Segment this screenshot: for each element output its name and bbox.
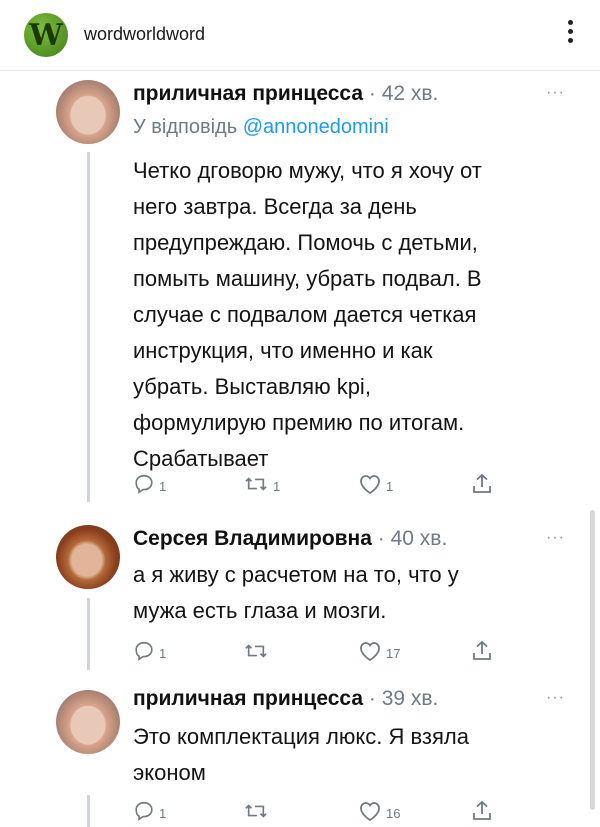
- post-header: W wordworldword: [0, 0, 600, 71]
- tweet-text: Четко дговорю мужу, что я хочу от него з…: [133, 158, 482, 471]
- tweet-time: · 39 хв.: [368, 687, 439, 710]
- author-name[interactable]: приличная принцесса · 42 хв.: [133, 82, 438, 106]
- avatar[interactable]: [56, 80, 120, 144]
- like-icon: [360, 802, 380, 822]
- tweet-text: Это комплектация люкс. Я взяла эконом: [133, 724, 470, 785]
- retweet-count: 1: [273, 479, 281, 494]
- thread-line: [87, 598, 90, 670]
- share-button[interactable]: [471, 640, 493, 662]
- tweet-time: · 42 хв.: [368, 82, 439, 105]
- avatar[interactable]: [56, 690, 120, 754]
- account-logo[interactable]: W: [24, 13, 68, 57]
- tweet-text: а я живу с расчетом на то, что у мужа ес…: [133, 562, 459, 623]
- reply-button[interactable]: 1: [133, 640, 166, 662]
- thread-line: [87, 795, 90, 827]
- like-count: 17: [386, 646, 401, 661]
- like-icon: [360, 475, 380, 495]
- tweet-actions: 1 17: [133, 640, 493, 664]
- author-name[interactable]: приличная принцесса · 39 хв.: [133, 687, 438, 711]
- thread-line: [87, 152, 90, 502]
- reply-to-label: У відповідь @annonedomini: [133, 116, 389, 138]
- more-options-icon[interactable]: ···: [546, 529, 565, 547]
- like-button[interactable]: 17: [358, 640, 400, 662]
- like-icon: [360, 642, 380, 662]
- reply-count: 1: [159, 479, 167, 494]
- account-name[interactable]: wordworldword: [84, 24, 205, 45]
- like-button[interactable]: 1: [358, 473, 393, 495]
- share-icon: [473, 800, 491, 820]
- retweet-icon: [245, 477, 267, 491]
- more-options-icon[interactable]: ···: [546, 689, 565, 707]
- tweet-actions: 1 1 1: [133, 473, 493, 497]
- share-button[interactable]: [471, 473, 493, 495]
- reply-icon: [135, 474, 153, 494]
- avatar[interactable]: [56, 525, 120, 589]
- retweet-icon: [245, 804, 267, 818]
- like-count: 1: [386, 479, 394, 494]
- like-count: 16: [386, 806, 401, 821]
- reply-handle-link[interactable]: @annonedomini: [243, 116, 389, 138]
- reply-button[interactable]: 1: [133, 800, 166, 822]
- like-button[interactable]: 16: [358, 800, 400, 822]
- tweet-time: · 40 хв.: [377, 527, 448, 550]
- reply-count: 1: [159, 806, 167, 821]
- retweet-button[interactable]: 1: [243, 473, 280, 495]
- reply-icon: [135, 801, 153, 821]
- retweet-icon: [245, 644, 267, 658]
- reply-icon: [135, 641, 153, 661]
- author-name[interactable]: Серсея Владимировна · 40 хв.: [133, 527, 447, 551]
- share-button[interactable]: [471, 800, 493, 822]
- share-icon: [473, 640, 491, 660]
- kebab-menu-icon[interactable]: [568, 20, 574, 47]
- retweet-button[interactable]: [243, 640, 273, 662]
- reply-button[interactable]: 1: [133, 473, 166, 495]
- share-icon: [473, 473, 491, 493]
- more-options-icon[interactable]: ···: [546, 84, 565, 102]
- tweet-actions: 1 16: [133, 800, 493, 824]
- retweet-button[interactable]: [243, 800, 273, 822]
- scrollbar[interactable]: [590, 510, 595, 810]
- reply-count: 1: [159, 646, 167, 661]
